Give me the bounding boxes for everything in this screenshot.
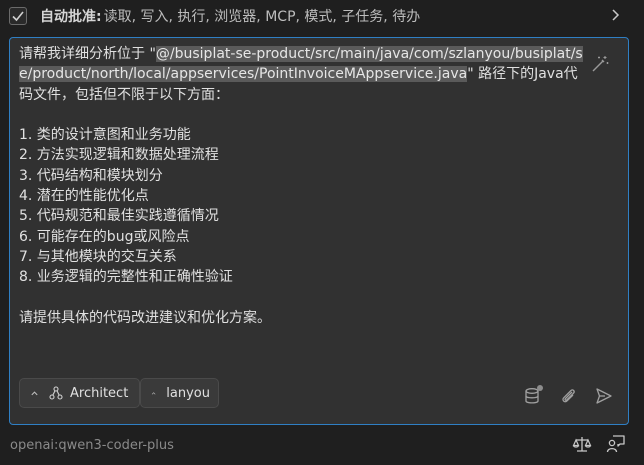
architecture-icon xyxy=(49,386,63,400)
composer-actions xyxy=(506,385,614,406)
chat-person-icon[interactable] xyxy=(606,434,626,454)
message-input[interactable]: 请帮我详细分析位于 "@/busiplat-se-product/src/mai… xyxy=(19,44,587,328)
chevron-right-icon[interactable] xyxy=(608,8,622,22)
database-icon[interactable] xyxy=(522,385,543,406)
message-prefix: 请帮我详细分析位于 " xyxy=(19,46,156,62)
footer-actions xyxy=(558,434,626,454)
chevron-up-icon xyxy=(31,390,38,395)
model-label[interactable]: openai:qwen3-coder-plus xyxy=(10,438,174,453)
auto-approve-checkbox[interactable] xyxy=(9,7,27,25)
send-icon[interactable] xyxy=(594,386,614,406)
profile-selector[interactable]: lanyou xyxy=(140,378,219,408)
auto-approve-label: 自动批准: xyxy=(40,9,102,25)
profile-label: lanyou xyxy=(166,385,210,401)
mode-selector[interactable]: Architect xyxy=(19,378,140,408)
auto-approve-items: 读取, 写入, 执行, 浏览器, MCP, 模式, 子任务, 待办 xyxy=(103,9,421,25)
magic-wand-icon[interactable] xyxy=(590,54,610,74)
mode-label: Architect xyxy=(70,385,129,401)
message-body: " 路径下的Java代码文件，包括但不限于以下方面： 1. 类的设计意图和业务功… xyxy=(19,66,578,326)
footer: openai:qwen3-coder-plus xyxy=(0,428,644,465)
chat-panel: 自动批准: 读取, 写入, 执行, 浏览器, MCP, 模式, 子任务, 待办 … xyxy=(0,0,644,465)
chevron-up-icon xyxy=(151,391,156,395)
message-composer[interactable]: 请帮我详细分析位于 "@/busiplat-se-product/src/mai… xyxy=(9,37,629,425)
context-indicator-dot xyxy=(537,385,543,391)
scales-icon[interactable] xyxy=(572,434,592,454)
auto-approve-bar[interactable]: 自动批准: 读取, 写入, 执行, 浏览器, MCP, 模式, 子任务, 待办 xyxy=(0,0,644,32)
paperclip-icon[interactable] xyxy=(558,386,578,406)
checkmark-icon xyxy=(12,11,24,22)
